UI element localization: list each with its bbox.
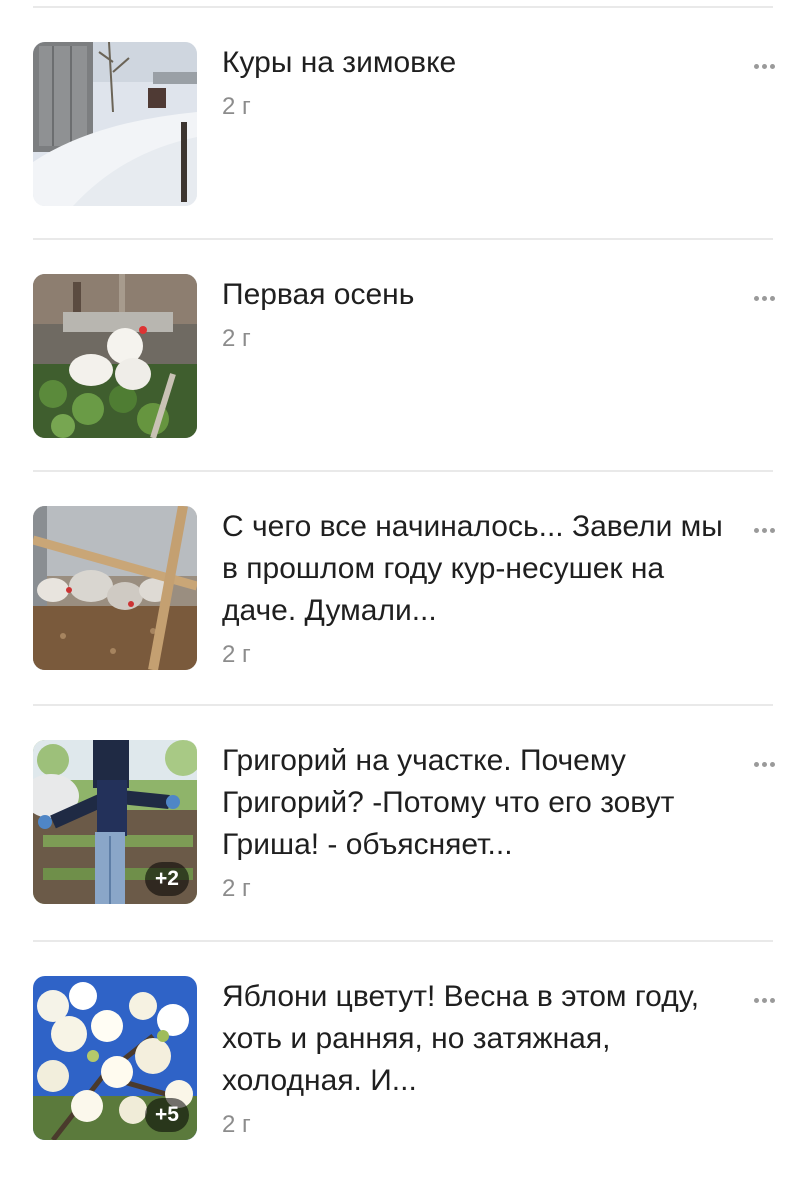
post-title[interactable]: С чего все начиналось... Завели мы в про… [222, 506, 740, 632]
post-content[interactable]: Яблони цветут! Весна в этом году, хоть и… [222, 976, 740, 1142]
post-title[interactable]: Яблони цветут! Весна в этом году, хоть и… [222, 976, 740, 1102]
post-item[interactable]: С чего все начиналось... Завели мы в про… [0, 474, 803, 706]
post-title[interactable]: Куры на зимовке [222, 42, 740, 84]
divider [33, 470, 773, 472]
post-age: 2 г [222, 641, 251, 668]
post-content[interactable]: С чего все начиналось... Завели мы в про… [222, 506, 740, 672]
post-content[interactable]: Первая осень 2 г [222, 274, 740, 356]
photo-count-badge: +5 [145, 1098, 189, 1132]
divider [33, 704, 773, 706]
more-dots-icon[interactable] [746, 988, 782, 1012]
post-age: 2 г [222, 325, 251, 352]
post-item[interactable]: +2 Григорий на участке. Почему Григорий?… [0, 708, 803, 940]
post-title[interactable]: Григорий на участке. Почему Григорий? -П… [222, 740, 740, 866]
snowy-yard-photo[interactable] [33, 42, 197, 206]
more-dots-icon[interactable] [746, 518, 782, 542]
post-age: 2 г [222, 1111, 251, 1138]
more-dots-icon[interactable] [746, 752, 782, 776]
hens-in-coop-photo[interactable] [33, 506, 197, 670]
post-content[interactable]: Куры на зимовке 2 г [222, 42, 740, 124]
divider [33, 238, 773, 240]
divider [33, 940, 773, 942]
more-dots-icon[interactable] [746, 286, 782, 310]
post-title[interactable]: Первая осень [222, 274, 740, 316]
post-age: 2 г [222, 875, 251, 902]
photo-count-badge: +2 [145, 862, 189, 896]
post-item[interactable]: Куры на зимовке 2 г [0, 10, 803, 242]
more-dots-icon[interactable] [746, 54, 782, 78]
post-item[interactable]: +5 Яблони цветут! Весна в этом году, хот… [0, 944, 803, 1176]
scarecrow-photo[interactable]: +2 [33, 740, 197, 904]
post-content[interactable]: Григорий на участке. Почему Григорий? -П… [222, 740, 740, 906]
post-item[interactable]: Первая осень 2 г [0, 242, 803, 474]
divider [33, 6, 773, 8]
hens-in-garden-photo[interactable] [33, 274, 197, 438]
post-age: 2 г [222, 93, 251, 120]
apple-blossom-photo[interactable]: +5 [33, 976, 197, 1140]
post-feed: Куры на зимовке 2 г Первая осень 2 г С ч… [0, 0, 803, 1200]
